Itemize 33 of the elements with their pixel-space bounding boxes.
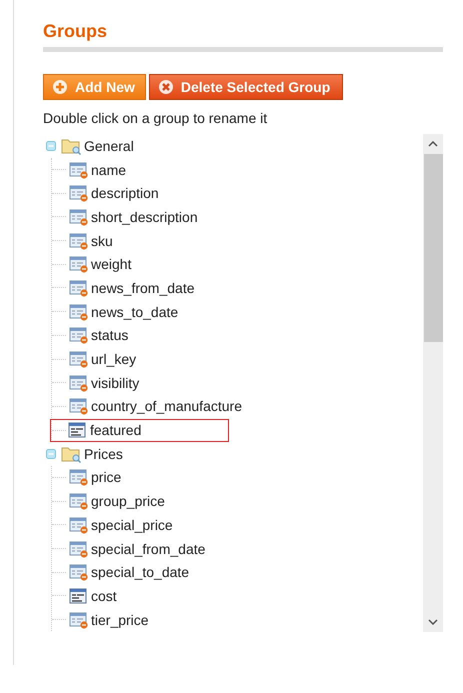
attribute-item[interactable]: news_from_date xyxy=(68,276,200,300)
folder-search-icon xyxy=(61,136,81,155)
group-label[interactable]: Prices xyxy=(84,446,123,462)
plus-icon xyxy=(52,79,68,95)
folder-search-icon xyxy=(61,444,81,463)
scroll-down-icon[interactable] xyxy=(428,619,438,625)
attribute-item[interactable]: country_of_manufacture xyxy=(68,394,247,418)
attribute-item[interactable]: tier_price xyxy=(68,608,154,632)
attribute-item[interactable]: sku xyxy=(68,229,118,252)
attribute-item[interactable]: news_to_date xyxy=(68,300,184,324)
attribute-item[interactable]: special_from_date xyxy=(68,537,210,560)
collapse-icon[interactable] xyxy=(46,448,56,459)
attribute-item[interactable]: name xyxy=(68,158,132,182)
scroll-thumb[interactable] xyxy=(424,154,442,342)
attribute-item[interactable]: price xyxy=(68,466,126,489)
collapse-icon[interactable] xyxy=(46,140,56,151)
close-icon xyxy=(158,79,174,95)
hint-text: Double click on a group to rename it xyxy=(43,109,268,127)
group-label[interactable]: General xyxy=(84,138,134,154)
attribute-item[interactable]: special_price xyxy=(68,513,178,536)
attribute-item[interactable]: short_description xyxy=(68,205,203,228)
attribute-item[interactable]: description xyxy=(68,182,164,205)
section-title: Groups xyxy=(43,20,108,43)
attribute-item[interactable]: weight xyxy=(68,252,136,276)
scrollbar[interactable] xyxy=(423,134,443,632)
attribute-item[interactable]: url_key xyxy=(68,348,142,371)
attribute-item[interactable]: status xyxy=(68,324,134,347)
attribute-item[interactable]: featured xyxy=(50,418,229,442)
attribute-item[interactable]: special_to_date xyxy=(68,560,194,584)
scroll-up-icon[interactable] xyxy=(428,141,438,147)
attribute-item[interactable]: visibility xyxy=(68,371,144,394)
attribute-item[interactable]: group_price xyxy=(68,490,170,513)
attribute-item[interactable]: cost xyxy=(68,584,122,608)
